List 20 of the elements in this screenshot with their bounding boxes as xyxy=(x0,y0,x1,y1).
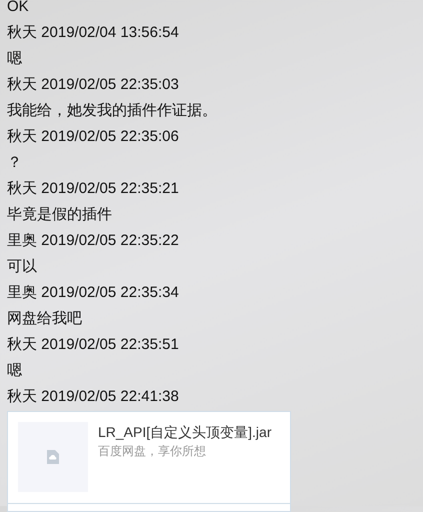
message-text: 网盘给我吧 xyxy=(7,309,82,329)
message-header: 秋天 2019/02/05 22:35:03 xyxy=(7,75,179,95)
file-name: LR_API[自定义头顶变量].jar xyxy=(98,423,272,442)
message-text: 嗯 xyxy=(7,49,22,69)
message-header: 里奥 2019/02/05 22:35:22 xyxy=(7,231,179,251)
message-text: 我能给，她发我的插件作证据。 xyxy=(7,101,217,121)
message-header: 秋天 2019/02/05 22:41:38 xyxy=(7,387,179,407)
cloud-file-icon xyxy=(47,450,59,464)
message-header: 秋天 2019/02/05 22:35:06 xyxy=(7,127,179,147)
file-source: 百度网盘，享你所想 xyxy=(98,443,206,460)
message-header: 秋天 2019/02/05 22:35:51 xyxy=(7,335,179,355)
message-text: 嗯 xyxy=(7,361,22,381)
message-text: 毕竟是假的插件 xyxy=(7,205,112,225)
message-text: ？ xyxy=(7,153,22,173)
message-text: OK xyxy=(7,0,29,17)
message-text: 可以 xyxy=(7,257,37,277)
message-header: 秋天 2019/02/04 13:56:54 xyxy=(7,23,179,43)
file-card[interactable]: LR_API[自定义头顶变量].jar 百度网盘，享你所想 xyxy=(7,411,291,512)
message-header: 秋天 2019/02/05 22:35:21 xyxy=(7,179,179,199)
message-header: 里奥 2019/02/05 22:35:34 xyxy=(7,283,179,303)
